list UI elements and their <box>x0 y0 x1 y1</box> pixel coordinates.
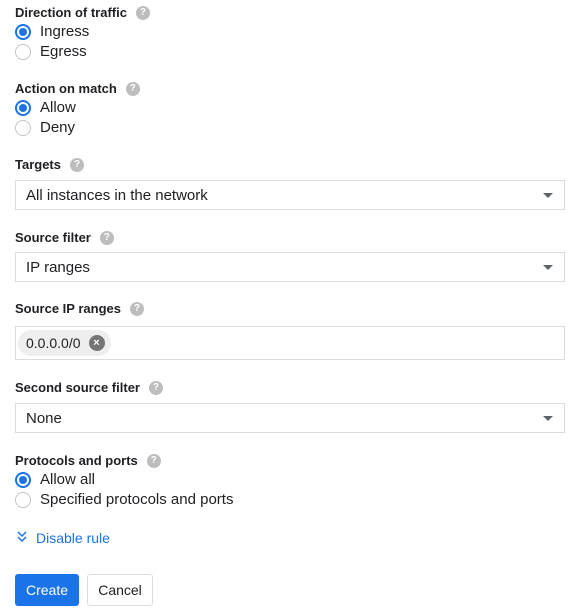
help-icon[interactable]: ? <box>146 453 161 468</box>
source-filter-label: Source filter ? <box>15 230 114 245</box>
second-source-filter-label: Second source filter ? <box>15 380 163 395</box>
radio-allow[interactable]: Allow <box>15 99 76 116</box>
radio-allow-all[interactable]: Allow all <box>15 471 95 488</box>
action-on-match-label: Action on match ? <box>15 81 140 96</box>
dropdown-caret-icon <box>543 265 553 270</box>
help-icon[interactable]: ? <box>148 380 163 395</box>
radio-ingress[interactable]: Ingress <box>15 23 89 40</box>
chevron-down-double-icon <box>17 531 27 545</box>
radio-deny[interactable]: Deny <box>15 119 75 136</box>
radio-button[interactable] <box>15 491 31 508</box>
ip-range-chip: 0.0.0.0/0 × <box>18 330 111 356</box>
help-icon[interactable]: ? <box>99 230 114 245</box>
create-button[interactable]: Create <box>15 574 79 606</box>
help-icon[interactable]: ? <box>129 301 144 316</box>
radio-specified-protocols[interactable]: Specified protocols and ports <box>15 491 233 508</box>
disable-rule-link[interactable]: Disable rule <box>17 530 110 546</box>
chip-remove-icon[interactable]: × <box>88 335 105 351</box>
radio-button[interactable] <box>15 119 31 136</box>
source-ip-ranges-input[interactable]: 0.0.0.0/0 × <box>15 326 565 360</box>
source-filter-select[interactable]: IP ranges <box>15 252 565 282</box>
protocols-and-ports-label: Protocols and ports ? <box>15 453 161 468</box>
radio-button-checked[interactable] <box>15 99 31 116</box>
targets-select[interactable]: All instances in the network <box>15 180 565 210</box>
radio-button[interactable] <box>15 43 31 60</box>
radio-button-checked[interactable] <box>15 23 31 40</box>
second-source-filter-select[interactable]: None <box>15 403 565 433</box>
source-ip-ranges-label: Source IP ranges ? <box>15 301 144 316</box>
radio-button-checked[interactable] <box>15 471 31 488</box>
cancel-button[interactable]: Cancel <box>87 574 153 606</box>
dropdown-caret-icon <box>543 193 553 198</box>
radio-egress[interactable]: Egress <box>15 43 87 60</box>
targets-label: Targets ? <box>15 157 84 172</box>
help-icon[interactable]: ? <box>135 5 150 20</box>
direction-of-traffic-label: Direction of traffic ? <box>15 5 150 20</box>
help-icon[interactable]: ? <box>70 157 84 172</box>
dropdown-caret-icon <box>543 416 553 421</box>
help-icon[interactable]: ? <box>125 81 140 96</box>
